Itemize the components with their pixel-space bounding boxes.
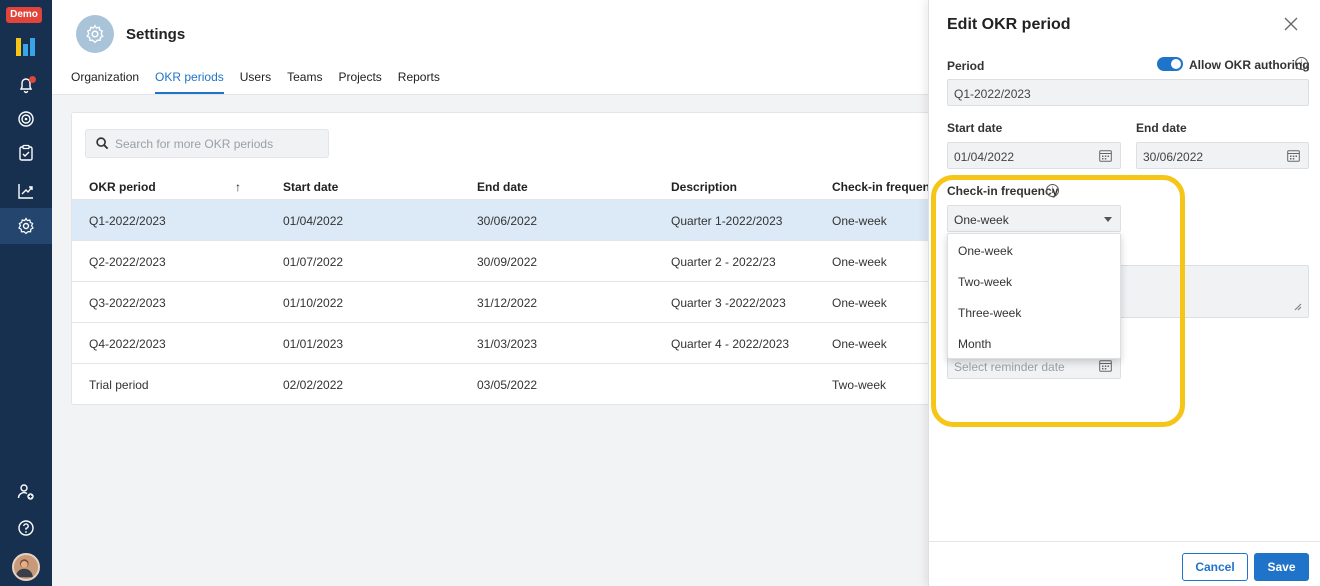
cell-period: Q2-2022/2023 [89, 255, 166, 269]
column-header-okr-period[interactable]: OKR period [89, 180, 156, 194]
start-date-field[interactable]: 01/04/2022 [947, 142, 1121, 169]
calendar-icon[interactable] [1287, 149, 1300, 162]
cell-frequency: Two-week [832, 378, 887, 392]
table-row[interactable]: Q2-2022/2023 01/07/2022 30/09/2022 Quart… [72, 240, 950, 281]
help-icon[interactable] [16, 518, 36, 538]
settings-header: Settings Organization OKR periods Users … [52, 0, 928, 95]
check-in-frequency-dropdown: One-week Two-week Three-week Month [947, 233, 1121, 359]
settings-tabs: Organization OKR periods Users Teams Pro… [71, 70, 440, 94]
allow-okr-authoring-label: Allow OKR authoring [1189, 58, 1310, 72]
avatar[interactable] [12, 553, 40, 581]
cell-frequency: One-week [832, 296, 887, 310]
column-header-check-in-frequency[interactable]: Check-in frequency [832, 180, 943, 194]
check-in-frequency-label: Check-in frequency [947, 184, 1059, 198]
chevron-down-icon [1104, 217, 1112, 222]
period-label: Period [947, 59, 985, 73]
info-icon[interactable]: i [1295, 57, 1308, 70]
cell-description: Quarter 2 - 2022/23 [671, 255, 776, 269]
period-value: Q1-2022/2023 [954, 87, 1031, 101]
tab-projects[interactable]: Projects [338, 70, 381, 94]
left-rail: Demo [0, 0, 52, 586]
table-row[interactable]: Trial period 02/02/2022 03/05/2022 Two-w… [72, 363, 950, 404]
end-date-field[interactable]: 30/06/2022 [1136, 142, 1309, 169]
column-header-start-date[interactable]: Start date [283, 180, 338, 194]
option-two-week[interactable]: Two-week [948, 265, 1120, 296]
tab-okr-periods[interactable]: OKR periods [155, 70, 224, 94]
cell-frequency: One-week [832, 214, 887, 228]
cancel-button[interactable]: Cancel [1182, 553, 1248, 581]
panel-title: Edit OKR period [947, 16, 1071, 33]
bell-icon[interactable] [16, 75, 36, 95]
clipboard-check-icon[interactable] [16, 143, 36, 163]
page-title: Settings [126, 26, 186, 43]
cell-period: Q3-2022/2023 [89, 296, 166, 310]
cell-start-date: 02/02/2022 [283, 378, 344, 392]
save-button[interactable]: Save [1254, 553, 1309, 581]
cell-end-date: 03/05/2022 [477, 378, 538, 392]
cell-start-date: 01/01/2023 [283, 337, 344, 351]
cell-frequency: One-week [832, 337, 887, 351]
calendar-icon[interactable] [1099, 359, 1112, 372]
cell-end-date: 30/06/2022 [477, 214, 538, 228]
settings-gear-icon [76, 15, 114, 53]
search-box[interactable] [85, 129, 329, 158]
demo-badge: Demo [6, 7, 42, 23]
period-field[interactable]: Q1-2022/2023 [947, 79, 1309, 106]
gear-icon[interactable] [16, 216, 36, 236]
panel-footer: Cancel Save [929, 541, 1320, 586]
info-icon[interactable]: i [1046, 184, 1059, 197]
end-date-label: End date [1136, 121, 1187, 135]
cell-period: Trial period [89, 378, 149, 392]
tab-organization[interactable]: Organization [71, 70, 139, 94]
table-row[interactable]: Q3-2022/2023 01/10/2022 31/12/2022 Quart… [72, 281, 950, 322]
cell-end-date: 30/09/2022 [477, 255, 538, 269]
chart-trend-icon[interactable] [16, 181, 36, 201]
cell-end-date: 31/03/2023 [477, 337, 538, 351]
cell-start-date: 01/07/2022 [283, 255, 344, 269]
check-in-frequency-select[interactable]: One-week [947, 205, 1121, 232]
option-month[interactable]: Month [948, 327, 1120, 358]
sort-arrow-icon[interactable]: ↑ [235, 180, 241, 194]
okr-periods-table-card: OKR period ↑ Start date End date Descrip… [71, 112, 951, 405]
cell-period: Q4-2022/2023 [89, 337, 166, 351]
cell-description: Quarter 1-2022/2023 [671, 214, 783, 228]
cell-end-date: 31/12/2022 [477, 296, 538, 310]
notification-dot [29, 76, 36, 83]
cell-start-date: 01/04/2022 [283, 214, 344, 228]
start-date-label: Start date [947, 121, 1003, 135]
cell-frequency: One-week [832, 255, 887, 269]
check-in-frequency-value: One-week [954, 213, 1009, 227]
cell-description: Quarter 4 - 2022/2023 [671, 337, 790, 351]
target-icon[interactable] [16, 109, 36, 129]
search-input[interactable] [115, 136, 315, 151]
user-add-icon[interactable] [16, 482, 36, 502]
close-icon[interactable] [1284, 17, 1298, 31]
logo-icon[interactable] [16, 38, 36, 56]
end-date-value: 30/06/2022 [1143, 150, 1204, 164]
table-row[interactable]: Q4-2022/2023 01/01/2023 31/03/2023 Quart… [72, 322, 950, 363]
allow-okr-authoring-toggle[interactable] [1157, 57, 1183, 71]
search-icon [96, 137, 109, 150]
cell-period: Q1-2022/2023 [89, 214, 166, 228]
tab-users[interactable]: Users [240, 70, 271, 94]
start-date-value: 01/04/2022 [954, 150, 1015, 164]
column-header-end-date[interactable]: End date [477, 180, 528, 194]
calendar-icon[interactable] [1099, 149, 1112, 162]
tab-reports[interactable]: Reports [398, 70, 440, 94]
table-header: OKR period ↑ Start date End date Descrip… [72, 173, 950, 199]
option-three-week[interactable]: Three-week [948, 296, 1120, 327]
table-row[interactable]: Q1-2022/2023 01/04/2022 30/06/2022 Quart… [72, 199, 950, 240]
option-one-week[interactable]: One-week [948, 234, 1120, 265]
tab-teams[interactable]: Teams [287, 70, 322, 94]
cell-description: Quarter 3 -2022/2023 [671, 296, 786, 310]
reminder-date-placeholder: Select reminder date [954, 360, 1065, 374]
resize-handle-icon[interactable] [1294, 303, 1302, 311]
column-header-description[interactable]: Description [671, 180, 737, 194]
cell-start-date: 01/10/2022 [283, 296, 344, 310]
edit-okr-period-panel: Edit OKR period Period Allow OKR authori… [928, 0, 1320, 586]
